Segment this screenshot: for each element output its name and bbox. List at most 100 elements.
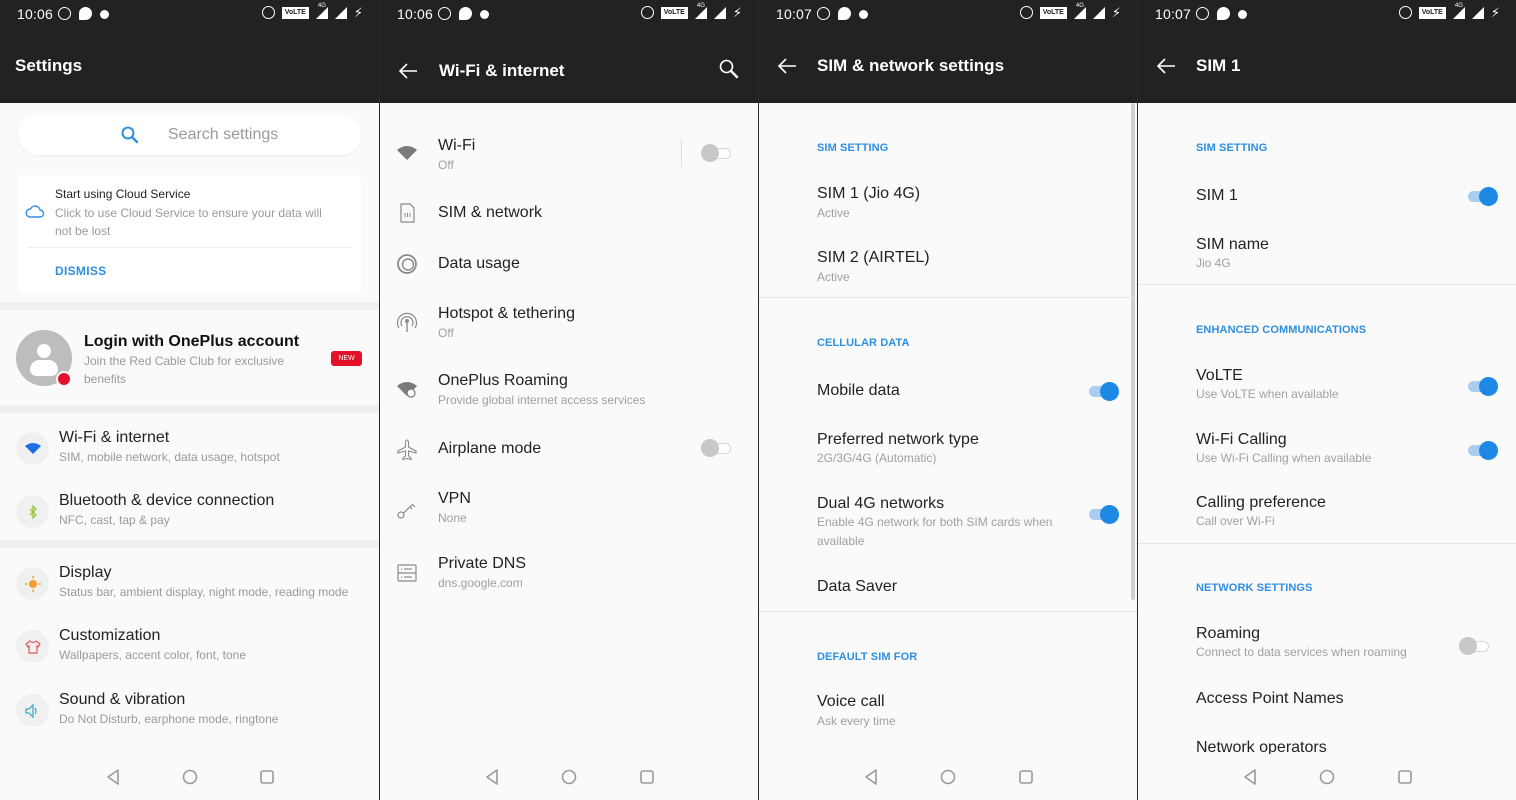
volte-toggle[interactable] [1466, 376, 1498, 396]
search-settings-input[interactable]: Search settings [18, 115, 361, 155]
hotspot-item[interactable]: Hotspot & tethering Off [380, 300, 758, 345]
page-title: Settings [15, 56, 83, 75]
login-oneplus-account[interactable]: Login with OnePlus account Join the Red … [0, 313, 379, 408]
dual-4g-toggle[interactable] [1087, 504, 1119, 524]
sim-card-icon [400, 203, 415, 223]
home-icon[interactable] [939, 768, 957, 786]
data-usage-item[interactable]: Data usage [380, 249, 758, 279]
wifi-calling-item[interactable]: Wi-Fi Calling Use Wi-Fi Calling when ava… [1138, 429, 1516, 474]
settings-item-display[interactable]: Display Status bar, ambient display, nig… [0, 560, 379, 620]
item-subtitle: 2G/3G/4G (Automatic) [817, 451, 937, 465]
item-subtitle: Off [438, 158, 454, 172]
settings-item-wifi-internet[interactable]: Wi-Fi & internet SIM, mobile network, da… [0, 425, 379, 485]
settings-item-customization[interactable]: Customization Wallpapers, accent color, … [0, 623, 379, 683]
section-divider [0, 540, 379, 548]
home-icon[interactable] [560, 768, 578, 786]
item-title: Display [59, 564, 112, 581]
recents-icon[interactable] [638, 768, 656, 786]
alarm-icon [1398, 6, 1412, 19]
signal-4g-icon: 4G [315, 3, 328, 19]
login-subtitle: Join the Red Cable Club for exclusive be… [84, 354, 285, 386]
wifi-calling-toggle[interactable] [1466, 440, 1498, 460]
divider [28, 247, 351, 248]
page-title: SIM 1 [1196, 56, 1241, 75]
sim1-enable-item[interactable]: SIM 1 [1138, 185, 1516, 215]
dismiss-button[interactable]: DISMISS [55, 264, 106, 278]
sim1-screen: 10:07 VoLTE 4G ⚡ SIM 1 SIM SETTING SIM 1… [1137, 0, 1516, 800]
back-arrow-icon[interactable] [397, 61, 419, 81]
recents-icon[interactable] [1396, 768, 1414, 786]
charging-icon: ⚡ [353, 5, 363, 20]
access-point-names-item[interactable]: Access Point Names [1138, 689, 1516, 719]
voice-call-item[interactable]: Voice call Ask every time [759, 693, 1137, 738]
roaming-toggle[interactable] [1459, 636, 1491, 656]
status-bar: 10:07 VoLTE 4G ⚡ [1138, 0, 1516, 28]
preferred-network-type-item[interactable]: Preferred network type 2G/3G/4G (Automat… [759, 429, 1137, 474]
whatsapp-icon [58, 7, 71, 20]
sim-network-item[interactable]: SIM & network [380, 198, 758, 228]
signal-icon [713, 6, 726, 19]
item-title: Calling preference [1196, 494, 1326, 511]
sim-name-item[interactable]: SIM name Jio 4G [1138, 234, 1516, 279]
home-icon[interactable] [181, 768, 199, 786]
back-arrow-icon[interactable] [1155, 56, 1177, 76]
section-header: NETWORK SETTINGS [1196, 582, 1313, 594]
volte-icon: VoLTE [1418, 6, 1446, 19]
signal-icon [1092, 6, 1105, 19]
item-title: Data usage [438, 255, 520, 272]
back-arrow-icon[interactable] [776, 56, 798, 76]
sim1-item[interactable]: SIM 1 (Jio 4G) Active [759, 183, 1137, 228]
status-time: 10:06 [397, 6, 434, 22]
home-icon[interactable] [1318, 768, 1336, 786]
item-title: Wi-Fi [438, 137, 476, 154]
section-header: ENHANCED COMMUNICATIONS [1196, 324, 1367, 336]
recents-icon[interactable] [1017, 768, 1035, 786]
item-title: Wi-Fi & internet [59, 429, 170, 446]
app-bar: 10:07 VoLTE 4G ⚡ SIM & network settings [759, 0, 1137, 103]
signal-icon [1471, 6, 1484, 19]
item-title: Roaming [1196, 625, 1261, 642]
airplane-icon [397, 439, 417, 461]
back-icon[interactable] [862, 768, 880, 786]
back-icon[interactable] [1241, 768, 1259, 786]
sim1-toggle[interactable] [1466, 186, 1498, 206]
status-bar: 10:06 VoLTE 4G ⚡ [0, 0, 379, 28]
dns-icon [397, 564, 417, 582]
recents-icon[interactable] [258, 768, 276, 786]
item-title: SIM name [1196, 236, 1269, 253]
mobile-data-toggle[interactable] [1087, 381, 1119, 401]
navigation-bar [0, 754, 379, 800]
item-title: SIM & network [438, 204, 543, 221]
private-dns-item[interactable]: Private DNS dns.google.com [380, 553, 758, 598]
sim2-item[interactable]: SIM 2 (AIRTEL) Active [759, 247, 1137, 292]
new-badge: NEW [331, 351, 362, 366]
data-saver-item[interactable]: Data Saver [759, 576, 1137, 606]
oneplus-roaming-item[interactable]: OnePlus Roaming Provide global internet … [380, 367, 758, 412]
wifi-icon [16, 432, 49, 465]
item-subtitle: Call over Wi-Fi [1196, 514, 1275, 528]
calling-preference-item[interactable]: Calling preference Call over Wi-Fi [1138, 492, 1516, 537]
volte-item[interactable]: VoLTE Use VoLTE when available [1138, 365, 1516, 410]
divider [759, 611, 1137, 612]
alarm-icon [261, 6, 275, 19]
brightness-icon [16, 567, 49, 600]
mobile-data-item[interactable]: Mobile data [759, 380, 1137, 410]
item-title: Data Saver [817, 578, 898, 595]
item-title: Airplane mode [438, 440, 542, 457]
back-icon[interactable] [483, 768, 501, 786]
login-title: Login with OnePlus account [84, 333, 300, 350]
vpn-item[interactable]: VPN None [380, 487, 758, 532]
airplane-mode-toggle[interactable] [701, 438, 733, 458]
message-icon [838, 7, 851, 20]
volte-icon: VoLTE [1039, 6, 1067, 19]
cloud-service-card[interactable]: Start using Cloud Service Click to use C… [18, 175, 361, 293]
volte-icon: VoLTE [281, 6, 309, 19]
dual-4g-item[interactable]: Dual 4G networks Enable 4G network for b… [759, 493, 1137, 553]
item-subtitle: Provide global internet access services [438, 393, 646, 407]
wifi-toggle[interactable] [701, 143, 733, 163]
search-icon[interactable] [718, 58, 740, 80]
item-title: Dual 4G networks [817, 495, 945, 512]
back-icon[interactable] [104, 768, 122, 786]
settings-item-sound[interactable]: Sound & vibration Do Not Disturb, earpho… [0, 687, 379, 747]
settings-item-bluetooth[interactable]: Bluetooth & device connection NFC, cast,… [0, 488, 379, 548]
